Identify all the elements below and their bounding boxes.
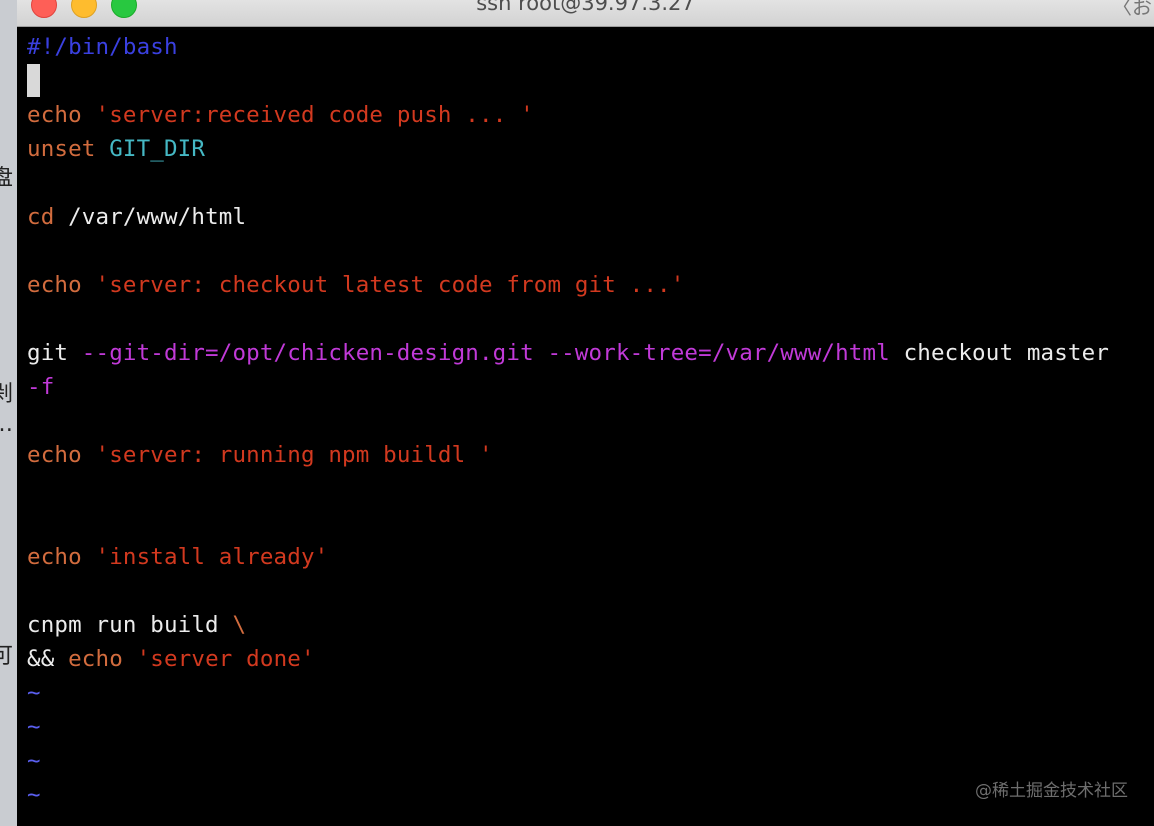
keyword: echo	[27, 272, 82, 298]
command-arguments: checkout master	[903, 340, 1110, 366]
command-flags: --git-dir=/opt/chicken-design.git --work…	[81, 340, 890, 366]
background-window-strip: 盘 剁 … 可	[0, 0, 17, 826]
tilde-marker: ~	[27, 748, 41, 774]
command: cnpm run build	[27, 612, 219, 638]
code-line: echo 'install already'	[27, 540, 1147, 574]
background-text-fragment: 盘	[0, 166, 14, 191]
code-line: echo 'server:received code push ... '	[27, 98, 1147, 132]
keyword: echo	[27, 442, 82, 468]
command-flags: -f	[27, 374, 55, 400]
path-argument: /var/www/html	[68, 204, 247, 230]
vim-editor[interactable]: #!/bin/bash echo 'server:received code p…	[27, 30, 1147, 812]
empty-buffer-line: ~	[27, 676, 1147, 710]
string-literal: 'server done'	[136, 646, 315, 672]
string-literal: 'server:received code push ... '	[95, 102, 534, 128]
tilde-marker: ~	[27, 714, 41, 740]
keyword: echo	[68, 646, 123, 672]
code-line: cnpm run build \	[27, 608, 1147, 642]
background-text-fragment: 剁	[0, 382, 14, 407]
background-text-fragment: 可	[0, 644, 14, 669]
command: git	[27, 340, 69, 366]
code-line: -f	[27, 370, 1147, 404]
window-title: ssh root@39.97.3.27	[476, 0, 695, 15]
empty-buffer-line: ~	[27, 710, 1147, 744]
tilde-marker: ~	[27, 782, 41, 808]
string-literal: 'server: running npm buildl '	[95, 442, 493, 468]
code-line: echo 'server: running npm buildl '	[27, 438, 1147, 472]
line-continuation: \	[232, 612, 247, 638]
variable: GIT_DIR	[109, 136, 206, 162]
tilde-marker: ~	[27, 680, 41, 706]
code-line: #!/bin/bash	[27, 30, 1147, 64]
keyword: unset	[27, 136, 96, 162]
code-line: && echo 'server done'	[27, 642, 1147, 676]
code-line: git --git-dir=/opt/chicken-design.git --…	[27, 336, 1147, 370]
background-text-fragment: …	[0, 412, 17, 438]
keyword: echo	[27, 102, 82, 128]
code-line: cd /var/www/html	[27, 200, 1147, 234]
string-literal: 'install already'	[95, 544, 329, 570]
keyword: echo	[27, 544, 82, 570]
string-literal: 'server: checkout latest code from git .…	[95, 272, 685, 298]
code-line	[27, 64, 1147, 98]
title-bar[interactable]: ssh root@39.97.3.27 〈お	[17, 0, 1154, 27]
title-corner-text: 〈お	[1112, 0, 1152, 19]
code-line: echo 'server: checkout latest code from …	[27, 268, 1147, 302]
watermark: @稀土掘金技术社区	[975, 781, 1128, 801]
shebang: #!/bin/bash	[27, 34, 178, 60]
terminal-window: ssh root@39.97.3.27 〈お #!/bin/bash echo …	[17, 0, 1154, 826]
keyword: cd	[27, 204, 55, 230]
empty-buffer-line: ~	[27, 744, 1147, 778]
text-cursor	[27, 64, 40, 97]
code-line: unset GIT_DIR	[27, 132, 1147, 166]
operator: &&	[27, 646, 55, 672]
